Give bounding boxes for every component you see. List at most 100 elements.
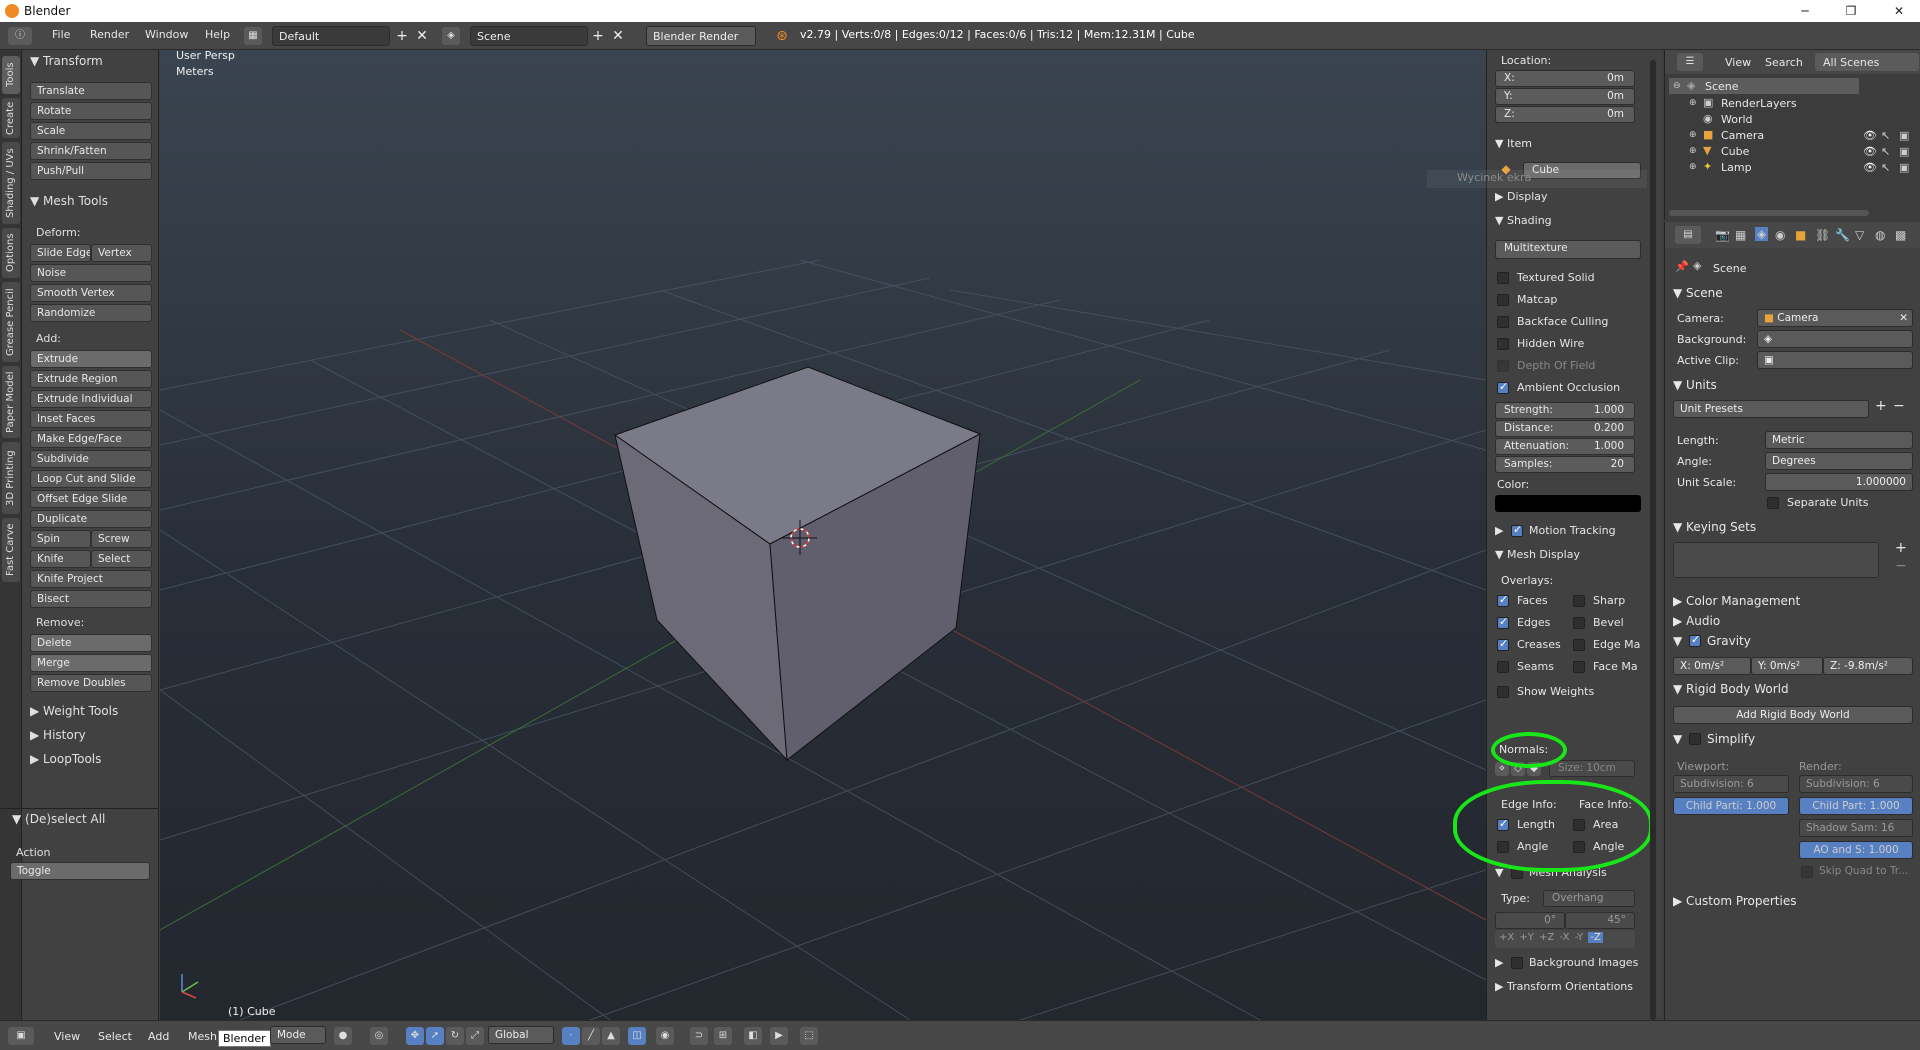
subdivide-button[interactable]: Subdivide <box>30 450 152 468</box>
spin-button[interactable]: Spin <box>30 530 91 548</box>
screw-button[interactable]: Screw <box>91 530 152 548</box>
remove-keying-set-icon[interactable]: − <box>1895 558 1907 574</box>
expand-renderlayers-icon[interactable]: ⊕ <box>1689 98 1697 108</box>
audio-panel-header[interactable]: ▶ Audio <box>1673 614 1720 628</box>
camera-visibility-eye-icon[interactable]: 👁 <box>1863 129 1877 142</box>
add-keying-set-icon[interactable]: + <box>1895 540 1907 556</box>
snap-toggle-icon[interactable]: ⊃ <box>690 1027 708 1045</box>
edges-overlay-checkbox[interactable] <box>1497 615 1509 629</box>
offset-edge-slide-button[interactable]: Offset Edge Slide <box>30 490 152 508</box>
outliner-item-camera[interactable]: Camera <box>1721 129 1764 142</box>
gravity-y-field[interactable]: Y: 0m/s² <box>1751 657 1823 675</box>
location-z-field[interactable]: Z: 0m <box>1495 106 1635 123</box>
ao-attenuation-field[interactable]: Attenuation: 1.000 <box>1495 438 1635 455</box>
lamp-visibility-eye-icon[interactable]: 👁 <box>1863 161 1877 174</box>
keying-sets-list[interactable] <box>1673 542 1879 578</box>
motion-tracking-checkbox[interactable] <box>1511 523 1523 537</box>
cube-select-arrow-icon[interactable]: ↖ <box>1881 145 1890 158</box>
background-scene-field[interactable]: ◈ <box>1757 330 1913 348</box>
rotate-manipulator-icon[interactable]: ↻ <box>446 1027 464 1045</box>
depth-of-field-checkbox[interactable] <box>1497 360 1509 372</box>
footer-menu-select[interactable]: Select <box>98 1030 132 1043</box>
extra-tool-icon[interactable]: ⬚ <box>800 1027 818 1045</box>
face-marks-overlay-checkbox[interactable] <box>1573 661 1585 673</box>
loop-cut-slide-button[interactable]: Loop Cut and Slide <box>30 470 152 488</box>
viewport-child-particles-field[interactable]: Child Parti: 1.000 <box>1673 797 1789 815</box>
unit-presets-select[interactable]: Unit Presets <box>1673 400 1869 418</box>
proportional-edit-icon[interactable]: ◉ <box>656 1027 674 1045</box>
rigid-body-world-panel-header[interactable]: ▼ Rigid Body World <box>1673 682 1789 696</box>
render-subdivision-field[interactable]: Subdivision: 6 <box>1799 775 1913 793</box>
3d-viewport[interactable]: User Persp Meters (1) Cube <box>160 49 1486 1020</box>
angle-unit-select[interactable]: Degrees <box>1765 452 1913 470</box>
constraints-context-icon[interactable]: ⛓ <box>1815 228 1830 242</box>
outliner-item-lamp[interactable]: Lamp <box>1721 161 1752 174</box>
camera-select-arrow-icon[interactable]: ↖ <box>1881 129 1890 142</box>
menu-file[interactable]: File <box>52 28 70 41</box>
length-unit-select[interactable]: Metric <box>1765 431 1913 449</box>
outliner-editor-icon[interactable]: ☰ <box>1677 53 1703 71</box>
simplify-checkbox[interactable] <box>1689 733 1701 745</box>
seams-overlay-checkbox[interactable] <box>1497 661 1509 673</box>
outliner-item-renderlayers[interactable]: RenderLayers <box>1721 97 1797 110</box>
analysis-axis-buttons[interactable]: +X +Y +Z -X -Y -Z <box>1495 930 1635 948</box>
add-layout-icon[interactable]: + <box>393 27 411 45</box>
history-panel-header[interactable]: ▶ History <box>30 728 86 742</box>
backface-culling-checkbox[interactable] <box>1497 316 1509 328</box>
clear-camera-icon[interactable]: ✕ <box>1899 312 1908 324</box>
world-context-icon[interactable]: ◉ <box>1775 228 1785 242</box>
remove-unit-preset-icon[interactable]: − <box>1893 398 1905 414</box>
rotate-button[interactable]: Rotate <box>30 102 152 120</box>
tab-grease-pencil[interactable]: Grease Pencil <box>2 282 20 362</box>
mode-select[interactable]: Mode <box>270 1026 326 1044</box>
layers-context-icon[interactable]: ▦ <box>1735 228 1746 242</box>
motion-tracking-panel-header[interactable]: ▶ <box>1495 524 1503 537</box>
separate-units-checkbox[interactable] <box>1767 497 1779 509</box>
remove-layout-icon[interactable]: ✕ <box>413 27 431 45</box>
remove-scene-icon[interactable]: ✕ <box>609 27 627 45</box>
duplicate-button[interactable]: Duplicate <box>30 510 152 528</box>
extrude-region-button[interactable]: Extrude Region <box>30 370 152 388</box>
camera-render-icon[interactable]: ▣ <box>1899 129 1909 142</box>
outliner-display-mode-select[interactable]: All Scenes <box>1815 53 1919 71</box>
close-icon[interactable]: ✕ <box>1884 2 1914 20</box>
creases-overlay-checkbox[interactable] <box>1497 637 1509 651</box>
analysis-min-field[interactable]: 0° <box>1495 912 1565 929</box>
maximize-icon[interactable]: ❐ <box>1836 2 1866 20</box>
randomize-button[interactable]: Randomize <box>30 304 152 322</box>
gravity-z-field[interactable]: Z: -9.8m/s² <box>1823 657 1913 675</box>
color-management-panel-header[interactable]: ▶ Color Management <box>1673 594 1800 608</box>
outliner-scrollbar[interactable] <box>1669 210 1869 216</box>
vertex-select-mode-icon[interactable]: ⋅ <box>562 1027 580 1045</box>
knife-project-button[interactable]: Knife Project <box>30 570 152 588</box>
gravity-checkbox[interactable] <box>1689 633 1701 647</box>
lamp-render-icon[interactable]: ▣ <box>1899 161 1909 174</box>
limit-selection-icon[interactable]: ◫ <box>628 1027 646 1045</box>
render-child-particles-field[interactable]: Child Part: 1.000 <box>1799 797 1913 815</box>
transform-orientation-select[interactable]: Global <box>488 1026 554 1044</box>
menu-help[interactable]: Help <box>205 28 230 41</box>
footer-menu-mesh[interactable]: Mesh <box>188 1030 217 1043</box>
tab-paper-model[interactable]: Paper Model <box>2 366 20 438</box>
location-y-field[interactable]: Y: 0m <box>1495 88 1635 105</box>
analysis-max-field[interactable]: 45° <box>1565 912 1635 929</box>
scene-panel-header[interactable]: ▼ Scene <box>1673 286 1723 300</box>
scene-select[interactable]: Scene <box>470 26 588 46</box>
analysis-type-select[interactable]: Overhang <box>1543 890 1635 907</box>
outliner-menu-view[interactable]: View <box>1725 56 1751 69</box>
tab-shading-uvs[interactable]: Shading / UVs <box>2 142 20 224</box>
remove-doubles-button[interactable]: Remove Doubles <box>30 674 152 692</box>
bisect-button[interactable]: Bisect <box>30 590 152 608</box>
render-animation-icon[interactable]: ▶ <box>770 1027 788 1045</box>
translate-button[interactable]: Translate <box>30 82 152 100</box>
info-editor-icon[interactable]: ⓘ <box>8 27 32 45</box>
scene-camera-field[interactable]: ■ Camera ✕ <box>1757 309 1913 327</box>
textured-solid-checkbox[interactable] <box>1497 272 1509 284</box>
location-x-field[interactable]: X: 0m <box>1495 70 1635 87</box>
render-engine-select[interactable]: Blender Render <box>646 26 756 46</box>
manipulator-toggle-icon[interactable]: ✥ <box>406 1027 424 1045</box>
opengl-render-icon[interactable]: ◧ <box>744 1027 762 1045</box>
footer-menu-view[interactable]: View <box>54 1030 80 1043</box>
face-select-mode-icon[interactable]: ▲ <box>602 1027 620 1045</box>
scene-context-icon[interactable]: ◈ <box>1755 227 1769 241</box>
